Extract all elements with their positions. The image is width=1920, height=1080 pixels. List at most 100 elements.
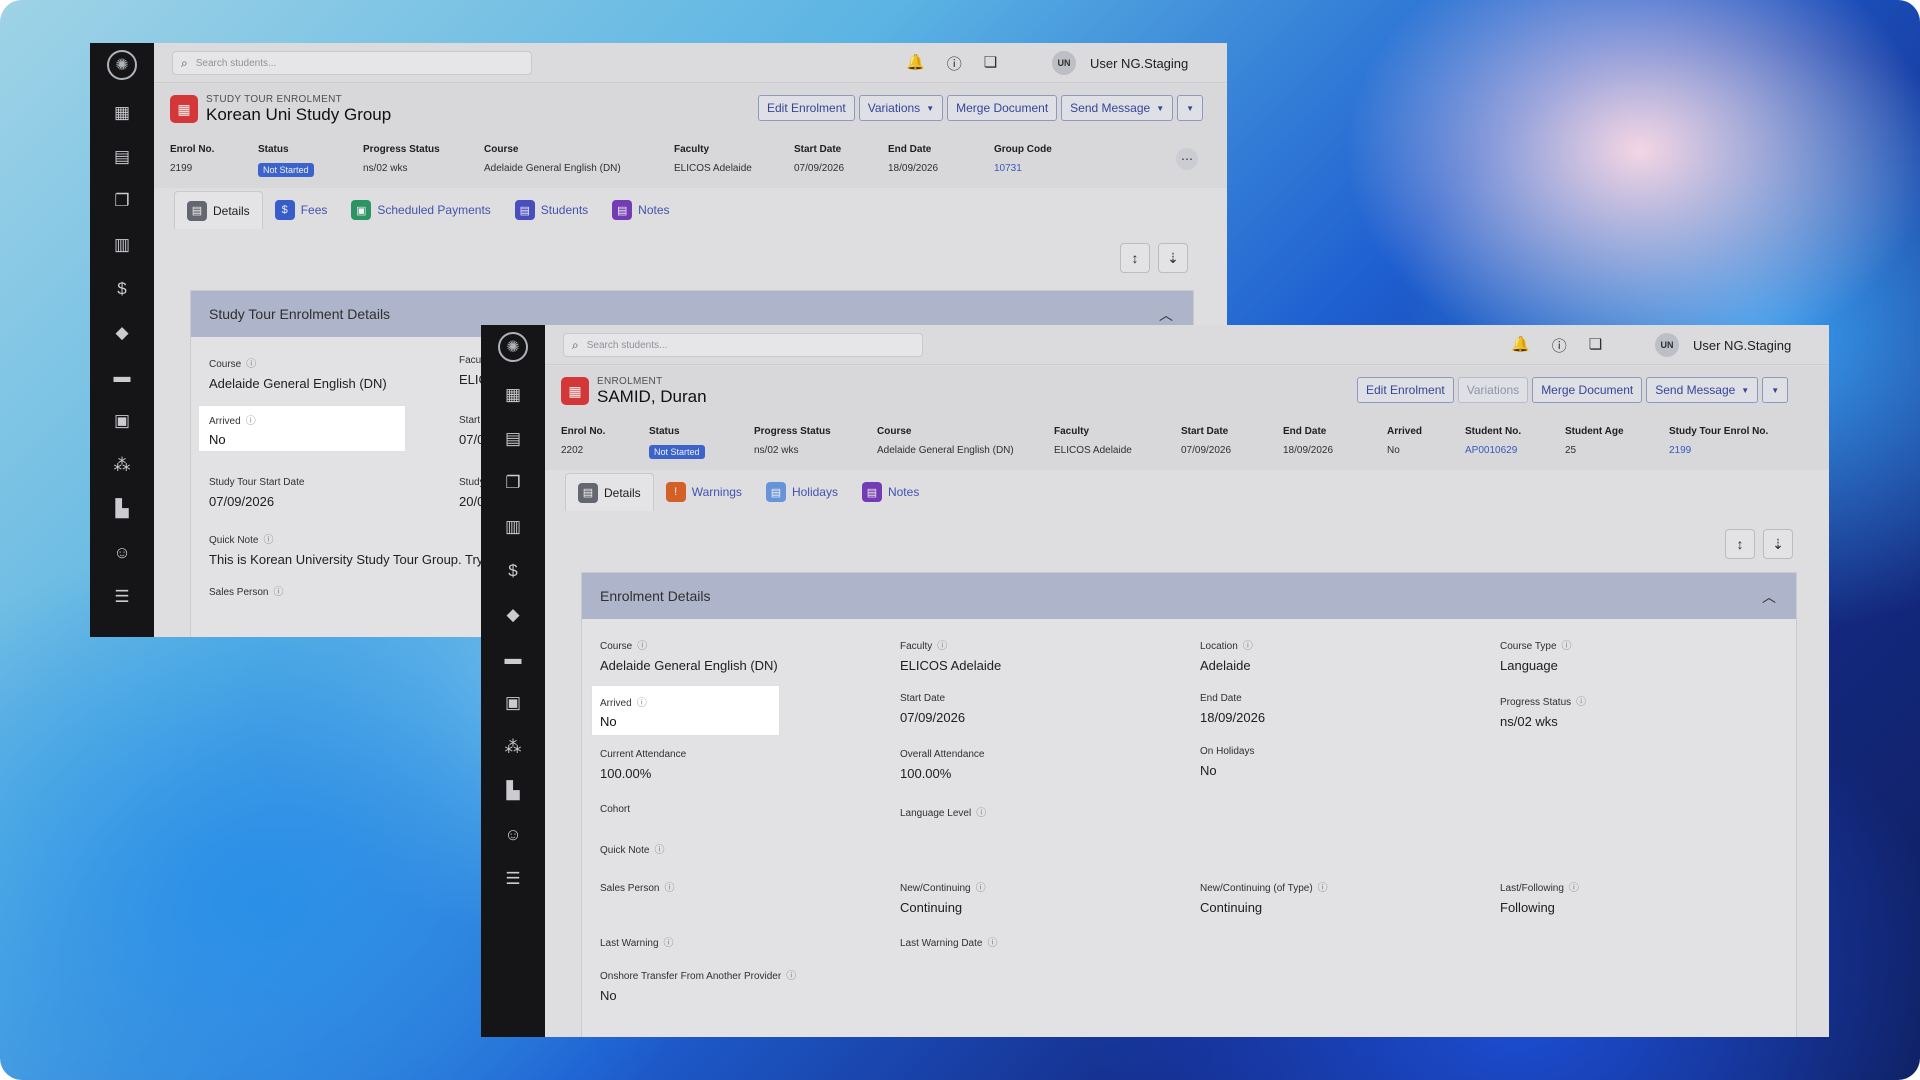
enrolment-icon: ▦ — [170, 95, 198, 123]
search-icon: ⌕ — [181, 55, 188, 70]
tab-fees[interactable]: $ Fees — [263, 191, 340, 229]
more-actions-dropdown[interactable]: ▼ — [1762, 377, 1789, 403]
holidays-icon: ▤ — [765, 482, 786, 502]
app-logo[interactable]: ✺ — [107, 50, 137, 80]
tab-students[interactable]: ▤ Students — [503, 191, 600, 229]
nav-rail: ✺ ▦ ▤ ❐ ▥ $ ◆ ▬ ▣ ⁂ ▙ ☺ ☰ — [481, 325, 545, 1037]
help-icon[interactable]: ⓘ — [1552, 335, 1567, 356]
user-menu[interactable]: UN User NG.Staging — [1052, 51, 1188, 75]
user-menu[interactable]: UN User NG.Staging — [1655, 333, 1791, 357]
group-code-link[interactable]: 10731 — [994, 163, 1052, 174]
graduation-icon[interactable]: ◆ — [502, 604, 524, 626]
chat-icon[interactable]: ❏ — [1589, 335, 1602, 356]
variations-button[interactable]: Variations ▼ — [858, 95, 944, 121]
settings-sliders-icon[interactable]: ☰ — [502, 868, 524, 890]
building-icon[interactable]: ▙ — [111, 498, 133, 520]
merge-document-button[interactable]: Merge Document — [1532, 377, 1643, 403]
tab-holidays[interactable]: ▤ Holidays — [754, 473, 850, 511]
dashboard-icon[interactable]: ▦ — [111, 102, 133, 124]
search-placeholder: Search students... — [586, 339, 668, 351]
tab-details[interactable]: ▤ Details — [174, 191, 263, 229]
chevron-down-icon: ▼ — [1741, 385, 1750, 395]
student-icon[interactable]: ▤ — [111, 146, 133, 168]
more-icon[interactable]: ⋯ — [1176, 148, 1198, 170]
study-tour-enrol-link[interactable]: 2199 — [1669, 445, 1768, 456]
finance-icon[interactable]: $ — [111, 278, 133, 300]
send-message-button[interactable]: Send Message ▼ — [1061, 95, 1174, 121]
settings-sliders-icon[interactable]: ☰ — [111, 586, 133, 608]
layout-icon[interactable]: ▥ — [502, 516, 524, 538]
tab-notes[interactable]: ▤ Notes — [600, 191, 681, 229]
panel-header[interactable]: Enrolment Details ︿ — [582, 573, 1796, 619]
chat-icon[interactable]: ❏ — [984, 53, 997, 74]
enrolment-window: ✺ ▦ ▤ ❐ ▥ $ ◆ ▬ ▣ ⁂ ▙ ☺ ☰ ⌕ Search stude… — [481, 325, 1829, 1037]
book-icon[interactable]: ▬ — [111, 366, 133, 388]
variations-button[interactable]: Variations — [1457, 377, 1529, 403]
tab-notes[interactable]: ▤ Notes — [850, 473, 931, 511]
info-icon: ⓘ — [987, 938, 998, 949]
avatar: UN — [1655, 333, 1679, 357]
graduation-icon[interactable]: ◆ — [111, 322, 133, 344]
info-icon: ⓘ — [1568, 883, 1579, 894]
info-icon: ⓘ — [1561, 641, 1572, 652]
chevron-down-icon: ▼ — [926, 103, 935, 113]
edit-enrolment-button[interactable]: Edit Enrolment — [1357, 377, 1454, 403]
tab-warnings[interactable]: ! Warnings — [654, 473, 754, 511]
expand-all-icon[interactable]: ↕ — [1120, 243, 1150, 273]
details-icon: ▤ — [578, 482, 598, 503]
network-icon[interactable]: ⁂ — [502, 736, 524, 758]
enrolments-icon[interactable]: ❐ — [502, 472, 524, 494]
enrolment-header: ▦ STUDY TOUR ENROLMENT Korean Uni Study … — [154, 84, 1227, 188]
users-icon[interactable]: ☺ — [502, 824, 524, 846]
finance-icon[interactable]: $ — [502, 560, 524, 582]
merge-document-button[interactable]: Merge Document — [947, 95, 1058, 121]
enrolment-icon: ▦ — [561, 377, 589, 405]
chevron-down-icon: ▼ — [1186, 103, 1195, 113]
avatar: UN — [1052, 51, 1076, 75]
collapse-all-icon[interactable]: ⇣ — [1763, 529, 1793, 559]
help-icon[interactable]: ⓘ — [947, 53, 962, 74]
info-icon: ⓘ — [636, 698, 647, 709]
chevron-down-icon: ▼ — [1156, 103, 1165, 113]
enrolments-icon[interactable]: ❐ — [111, 190, 133, 212]
info-icon: ⓘ — [1576, 697, 1587, 708]
info-icon: ⓘ — [263, 535, 274, 546]
status-badge: Not Started — [649, 445, 705, 459]
users-icon[interactable]: ☺ — [111, 542, 133, 564]
bell-icon[interactable]: 🔔 — [1511, 335, 1530, 356]
briefcase-icon[interactable]: ▣ — [502, 692, 524, 714]
search-input[interactable]: ⌕ Search students... — [563, 333, 923, 357]
network-icon[interactable]: ⁂ — [111, 454, 133, 476]
expand-all-icon[interactable]: ↕ — [1725, 529, 1755, 559]
arrived-highlight: Arrived ⓘ No — [592, 686, 779, 735]
info-icon: ⓘ — [663, 938, 674, 949]
info-icon: ⓘ — [975, 883, 986, 894]
tab-scheduled-payments[interactable]: ▣ Scheduled Payments — [339, 191, 502, 229]
book-icon[interactable]: ▬ — [502, 648, 524, 670]
dashboard-icon[interactable]: ▦ — [502, 384, 524, 406]
info-icon: ⓘ — [246, 359, 257, 370]
collapse-all-icon[interactable]: ⇣ — [1158, 243, 1188, 273]
more-actions-dropdown[interactable]: ▼ — [1177, 95, 1204, 121]
page-title: SAMID, Duran — [597, 387, 707, 406]
enrolment-details-panel: Enrolment Details ︿ Course ⓘ Adelaide Gener… — [581, 572, 1797, 1037]
student-icon[interactable]: ▤ — [502, 428, 524, 450]
bell-icon[interactable]: 🔔 — [906, 53, 925, 74]
app-logo[interactable]: ✺ — [498, 332, 528, 362]
info-icon: ⓘ — [637, 641, 648, 652]
payments-icon: ▣ — [351, 200, 372, 220]
tab-details[interactable]: ▤ Details — [565, 473, 654, 511]
student-no-link[interactable]: AP0010629 — [1465, 445, 1521, 456]
briefcase-icon[interactable]: ▣ — [111, 410, 133, 432]
record-type: ENROLMENT — [597, 376, 663, 387]
layout-icon[interactable]: ▥ — [111, 234, 133, 256]
search-input[interactable]: ⌕ Search students... — [172, 51, 532, 75]
send-message-button[interactable]: Send Message ▼ — [1646, 377, 1759, 403]
building-icon[interactable]: ▙ — [502, 780, 524, 802]
top-bar: ⌕ Search students... 🔔 ⓘ ❏ UN User NG.St… — [545, 325, 1829, 365]
info-icon: ⓘ — [937, 641, 948, 652]
info-icon: ⓘ — [273, 587, 284, 598]
nav-rail: ✺ ▦ ▤ ❐ ▥ $ ◆ ▬ ▣ ⁂ ▙ ☺ ☰ — [90, 43, 154, 637]
user-name: User NG.Staging — [1693, 337, 1792, 353]
edit-enrolment-button[interactable]: Edit Enrolment — [758, 95, 855, 121]
